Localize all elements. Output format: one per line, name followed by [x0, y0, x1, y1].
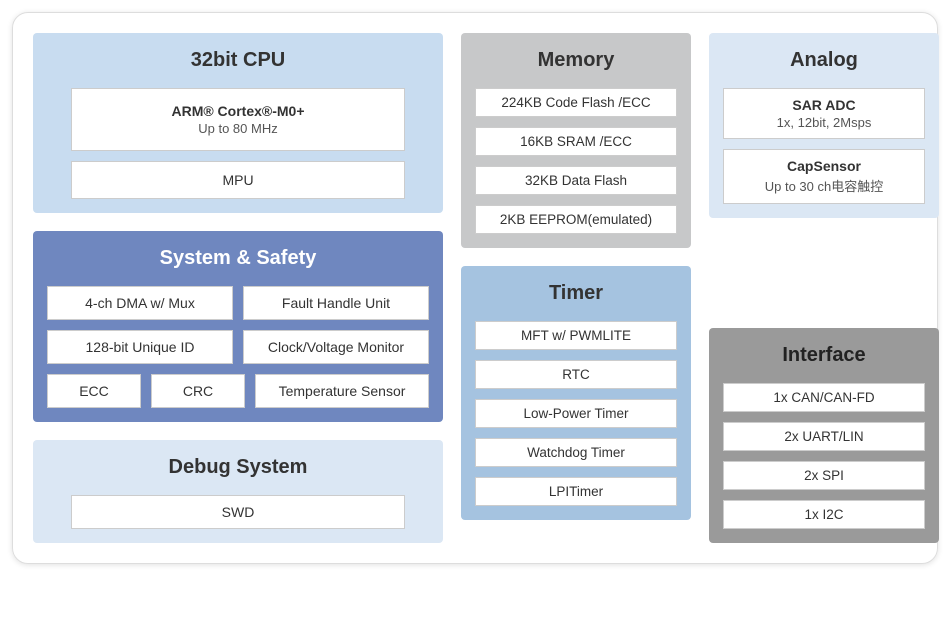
- block-diagram: 32bit CPU ARM® Cortex®-M0+ Up to 80 MHz …: [12, 12, 938, 564]
- memory-dataflash: 32KB Data Flash: [475, 166, 677, 195]
- timer-rtc: RTC: [475, 360, 677, 389]
- cpu-title: 32bit CPU: [47, 45, 429, 78]
- interface-i2c: 1x I2C: [723, 500, 925, 529]
- cpu-core-freq: Up to 80 MHz: [78, 121, 398, 136]
- timer-block: Timer MFT w/ PWMLITE RTC Low-Power Timer…: [461, 266, 691, 520]
- cpu-core-item: ARM® Cortex®-M0+ Up to 80 MHz: [71, 88, 405, 151]
- safety-clock: Clock/Voltage Monitor: [243, 330, 429, 364]
- memory-sram: 16KB SRAM /ECC: [475, 127, 677, 156]
- interface-uart: 2x UART/LIN: [723, 422, 925, 451]
- analog-sar-detail: 1x, 12bit, 2Msps: [730, 115, 918, 130]
- safety-row-3: ECC CRC Temperature Sensor: [47, 374, 429, 408]
- analog-sar-item: SAR ADC 1x, 12bit, 2Msps: [723, 88, 925, 139]
- analog-cap-item: CapSensor Up to 30 ch电容触控: [723, 149, 925, 204]
- safety-block: System & Safety 4-ch DMA w/ Mux Fault Ha…: [33, 231, 443, 422]
- safety-row-2: 128-bit Unique ID Clock/Voltage Monitor: [47, 330, 429, 364]
- debug-swd: SWD: [71, 495, 405, 529]
- safety-temp: Temperature Sensor: [255, 374, 429, 408]
- safety-title: System & Safety: [47, 243, 429, 276]
- cpu-block: 32bit CPU ARM® Cortex®-M0+ Up to 80 MHz …: [33, 33, 443, 213]
- safety-fault: Fault Handle Unit: [243, 286, 429, 320]
- memory-eeprom: 2KB EEPROM(emulated): [475, 205, 677, 234]
- memory-block: Memory 224KB Code Flash /ECC 16KB SRAM /…: [461, 33, 691, 248]
- interface-block: Interface 1x CAN/CAN-FD 2x UART/LIN 2x S…: [709, 328, 939, 543]
- timer-lpi: LPITimer: [475, 477, 677, 506]
- cpu-mpu-item: MPU: [71, 161, 405, 199]
- memory-codeflash: 224KB Code Flash /ECC: [475, 88, 677, 117]
- analog-cap-name: CapSensor: [730, 158, 918, 174]
- spacer: [709, 236, 939, 310]
- safety-uid: 128-bit Unique ID: [47, 330, 233, 364]
- interface-title: Interface: [723, 340, 925, 373]
- timer-wdt: Watchdog Timer: [475, 438, 677, 467]
- timer-title: Timer: [475, 278, 677, 311]
- analog-cap-detail: Up to 30 ch电容触控: [730, 176, 918, 195]
- safety-dma: 4-ch DMA w/ Mux: [47, 286, 233, 320]
- timer-mft: MFT w/ PWMLITE: [475, 321, 677, 350]
- interface-can: 1x CAN/CAN-FD: [723, 383, 925, 412]
- safety-row-1: 4-ch DMA w/ Mux Fault Handle Unit: [47, 286, 429, 320]
- memory-title: Memory: [475, 45, 677, 78]
- analog-title: Analog: [723, 45, 925, 78]
- analog-sar-name: SAR ADC: [730, 97, 918, 113]
- debug-title: Debug System: [47, 452, 429, 485]
- interface-spi: 2x SPI: [723, 461, 925, 490]
- safety-crc: CRC: [151, 374, 245, 408]
- right-column: Analog SAR ADC 1x, 12bit, 2Msps CapSenso…: [709, 33, 939, 543]
- left-column: 32bit CPU ARM® Cortex®-M0+ Up to 80 MHz …: [33, 33, 443, 543]
- analog-block: Analog SAR ADC 1x, 12bit, 2Msps CapSenso…: [709, 33, 939, 218]
- debug-block: Debug System SWD: [33, 440, 443, 543]
- cpu-core-name: ARM® Cortex®-M0+: [78, 103, 398, 119]
- middle-column: Memory 224KB Code Flash /ECC 16KB SRAM /…: [461, 33, 691, 543]
- safety-ecc: ECC: [47, 374, 141, 408]
- timer-lpt: Low-Power Timer: [475, 399, 677, 428]
